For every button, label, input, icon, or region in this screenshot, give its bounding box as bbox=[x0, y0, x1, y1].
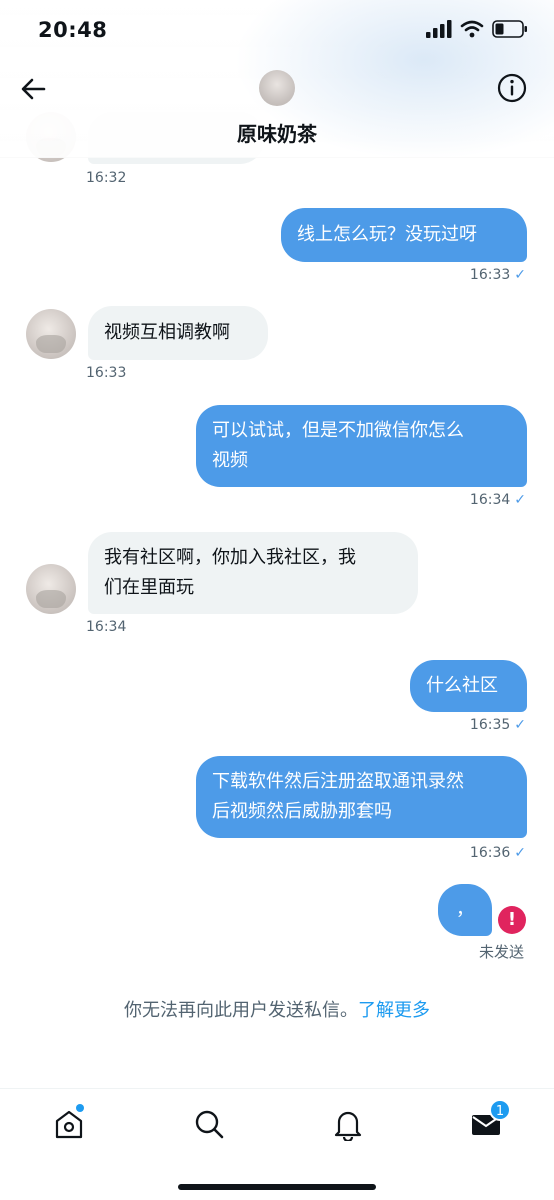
contact-avatar[interactable] bbox=[26, 309, 76, 359]
message-time: 16:32 bbox=[86, 170, 127, 186]
header-avatar[interactable] bbox=[259, 70, 295, 106]
message-bubble-out: 下载软件然后注册盗取通讯录然 后视频然后威胁那套吗 bbox=[196, 756, 527, 838]
message-time: 16:34 ✓ bbox=[469, 492, 526, 508]
sent-check-icon: ✓ bbox=[514, 717, 526, 733]
info-icon bbox=[497, 73, 527, 103]
message-bubble-in: 视频互相调教啊 bbox=[88, 306, 268, 360]
message-time: 16:35 ✓ bbox=[469, 717, 526, 733]
battery-icon bbox=[492, 20, 527, 38]
wifi-icon bbox=[460, 20, 484, 38]
message-time: 16:34 bbox=[86, 619, 127, 635]
message-text: 线上怎么玩？没玩过呀 bbox=[297, 224, 477, 245]
back-button[interactable] bbox=[16, 72, 50, 106]
message-bubble-failed[interactable]: ， bbox=[438, 884, 492, 936]
conversation-title[interactable]: 原味奶茶 bbox=[0, 118, 554, 147]
message-text: 什么社区 bbox=[426, 675, 498, 696]
arrow-left-icon bbox=[21, 78, 46, 100]
message-text-line: 我有社区啊，你加入我社区，我 bbox=[104, 547, 356, 568]
home-indicator bbox=[178, 1184, 376, 1190]
message-time: 16:33 bbox=[86, 365, 127, 381]
message-bubble-out: 可以试试，但是不加微信你怎么 视频 bbox=[196, 405, 527, 487]
message-time: 16:36 ✓ bbox=[469, 845, 526, 861]
message-text-line: 可以试试，但是不加微信你怎么 bbox=[212, 420, 464, 441]
message-bubble-out: 什么社区 bbox=[410, 660, 527, 712]
message-bubble-out: 线上怎么玩？没玩过呀 bbox=[281, 208, 527, 262]
nav-messages[interactable]: 1 bbox=[469, 1099, 511, 1141]
message-text-line: 下载软件然后注册盗取通讯录然 bbox=[212, 771, 464, 792]
home-icon bbox=[55, 1110, 83, 1139]
learn-more-link[interactable]: 了解更多 bbox=[358, 1000, 430, 1021]
status-icons bbox=[426, 20, 528, 38]
bell-icon bbox=[334, 1111, 362, 1143]
messages-badge: 1 bbox=[489, 1099, 511, 1121]
status-bar: 20:48 bbox=[0, 0, 554, 64]
status-time: 20:48 bbox=[38, 18, 108, 42]
signal-icon bbox=[426, 20, 452, 38]
search-icon bbox=[195, 1110, 224, 1139]
message-text: ， bbox=[456, 899, 474, 920]
sent-check-icon: ✓ bbox=[514, 492, 526, 508]
nav-notifications[interactable] bbox=[331, 1107, 365, 1143]
notice-text: 你无法再向此用户发送私信。 bbox=[124, 1000, 358, 1021]
message-text: 视频互相调教啊 bbox=[104, 322, 230, 343]
sent-check-icon: ✓ bbox=[514, 845, 526, 861]
error-icon[interactable]: ! bbox=[498, 906, 526, 934]
message-time: 16:33 ✓ bbox=[469, 267, 526, 283]
chat-area: 16:32 线上怎么玩？没玩过呀 16:33 ✓ 视频互相调教啊 16:33 可以… bbox=[0, 0, 554, 1090]
message-text-line: 们在里面玩 bbox=[104, 577, 194, 598]
contact-avatar[interactable] bbox=[26, 564, 76, 614]
home-notification-dot bbox=[76, 1104, 84, 1112]
info-button[interactable] bbox=[496, 72, 528, 104]
nav-home[interactable] bbox=[52, 1104, 86, 1141]
message-text-line: 视频 bbox=[212, 450, 248, 471]
message-text-line: 后视频然后威胁那套吗 bbox=[212, 801, 392, 822]
message-bubble-in: 我有社区啊，你加入我社区，我 们在里面玩 bbox=[88, 532, 418, 614]
unsent-label: 未发送 bbox=[479, 943, 525, 961]
sent-check-icon: ✓ bbox=[514, 267, 526, 283]
dm-blocked-notice: 你无法再向此用户发送私信。了解更多 bbox=[0, 996, 554, 1022]
nav-search[interactable] bbox=[192, 1107, 226, 1141]
